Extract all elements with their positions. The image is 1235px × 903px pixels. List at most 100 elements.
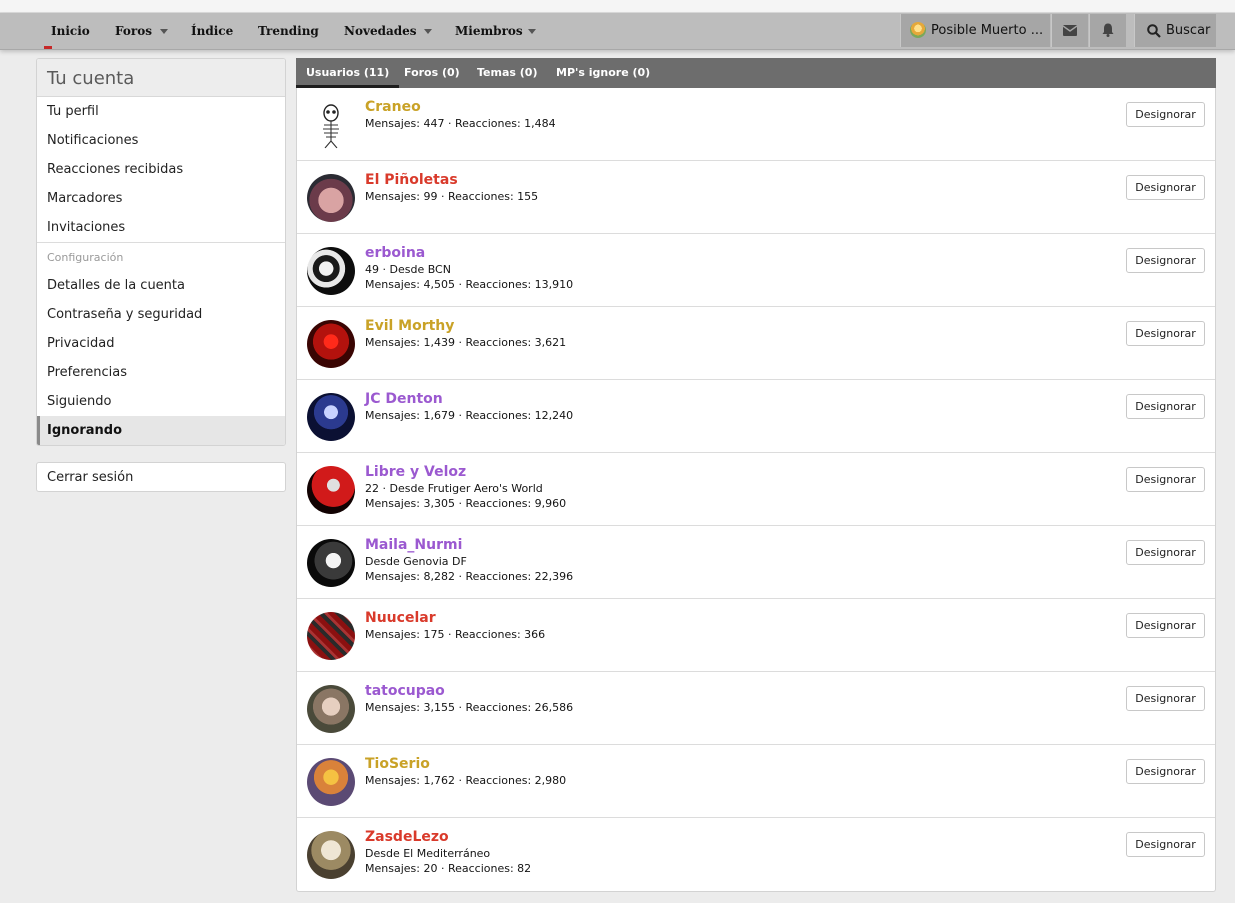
user-location: Desde Genovia DF	[365, 555, 467, 568]
browser-top-strip	[0, 0, 1235, 13]
user-location: 22 · Desde Frutiger Aero's World	[365, 482, 543, 495]
user-avatar[interactable]	[307, 247, 355, 295]
user-stats: Mensajes: 1,679 · Reacciones: 12,240	[365, 409, 574, 422]
unignore-button[interactable]: Designorar	[1126, 759, 1205, 784]
sidebar-item-privacy[interactable]: Privacidad	[37, 329, 285, 358]
sidebar-item-profile[interactable]: Tu perfil	[37, 97, 285, 126]
unignore-button[interactable]: Designorar	[1126, 102, 1205, 127]
sidebar-item-account-details[interactable]: Detalles de la cuenta	[37, 271, 285, 300]
user-avatar[interactable]	[307, 174, 355, 222]
sidebar-item-preferences[interactable]: Preferencias	[37, 358, 285, 387]
username-link[interactable]: erboina	[365, 245, 425, 261]
unignore-button[interactable]: Designorar	[1126, 686, 1205, 711]
logout-button[interactable]: Cerrar sesión	[36, 462, 286, 492]
user-avatar[interactable]	[307, 466, 355, 514]
user-row: JC Denton Mensajes: 1,679 · Reacciones: 1…	[297, 380, 1215, 453]
username-link[interactable]: TioSerio	[365, 756, 430, 772]
user-row: Evil Morthy Mensajes: 1,439 · Reacciones:…	[297, 307, 1215, 380]
user-avatar[interactable]	[307, 685, 355, 733]
user-row: erboina 49 · Desde BCN Mensajes: 4,505 · R…	[297, 234, 1215, 307]
sidebar-item-ignoring[interactable]: Ignorando	[37, 416, 285, 445]
tab-users[interactable]: Usuarios (11)	[296, 58, 400, 88]
sidebar-item-following[interactable]: Siguiendo	[37, 387, 285, 416]
username-link[interactable]: ZasdeLezo	[365, 829, 449, 845]
user-row: TioSerio Mensajes: 1,762 · Reacciones: 2,…	[297, 745, 1215, 818]
user-location: 49 · Desde BCN	[365, 263, 451, 276]
user-stats: Mensajes: 8,282 · Reacciones: 22,396	[365, 570, 574, 583]
alerts-button[interactable]	[1089, 14, 1126, 47]
user-avatar[interactable]	[307, 758, 355, 806]
envelope-icon	[1063, 25, 1077, 36]
user-avatar[interactable]	[307, 393, 355, 441]
user-row: Maila_Nurmi Desde Genovia DF Mensajes: 8,2…	[297, 526, 1215, 599]
sidebar-item-invitations[interactable]: Invitaciones	[37, 213, 285, 242]
username-link[interactable]: Craneo	[365, 99, 421, 115]
user-row: Libre y Veloz 22 · Desde Frutiger Aero's …	[297, 453, 1215, 526]
user-stats: Mensajes: 99 · Reacciones: 155	[365, 190, 539, 203]
nav-trending[interactable]: Trending	[258, 13, 319, 50]
unignore-button[interactable]: Designorar	[1126, 613, 1205, 638]
user-row: Craneo Mensajes: 447 · Reacciones: 1,484 D…	[297, 88, 1215, 161]
user-row: tatocupao Mensajes: 3,155 · Reacciones: 2…	[297, 672, 1215, 745]
sidebar-section-label: Configuración	[37, 242, 285, 271]
user-location: Desde El Mediterráneo	[365, 847, 491, 860]
user-stats: Mensajes: 1,439 · Reacciones: 3,621	[365, 336, 567, 349]
user-row: ZasdeLezo Desde El Mediterráneo Mensajes: …	[297, 818, 1215, 891]
account-sidebar: Tu cuenta Tu perfil Notificaciones Reacc…	[36, 58, 286, 446]
username-link[interactable]: El Piñoletas	[365, 172, 458, 188]
skull-avatar[interactable]	[307, 101, 355, 149]
user-stats: Mensajes: 175 · Reacciones: 366	[365, 628, 546, 641]
ignored-tabs: Usuarios (11) Foros (0) Temas (0) MP's i…	[296, 58, 1216, 88]
username-link[interactable]: JC Denton	[365, 391, 443, 407]
novedades-chevron-down-icon[interactable]	[424, 29, 432, 34]
user-stats: Mensajes: 20 · Reacciones: 82	[365, 862, 532, 875]
tab-forums[interactable]: Foros (0)	[404, 58, 460, 88]
user-avatar[interactable]	[307, 831, 355, 879]
sidebar-item-notifications[interactable]: Notificaciones	[37, 126, 285, 155]
sidebar-item-bookmarks[interactable]: Marcadores	[37, 184, 285, 213]
user-stats: Mensajes: 4,505 · Reacciones: 13,910	[365, 278, 574, 291]
foros-chevron-down-icon[interactable]	[160, 29, 168, 34]
bell-icon	[1102, 23, 1114, 37]
unignore-button[interactable]: Designorar	[1126, 832, 1205, 857]
tab-conversations[interactable]: MP's ignore (0)	[556, 58, 650, 88]
user-row: Nuucelar Mensajes: 175 · Reacciones: 366 D…	[297, 599, 1215, 672]
username-link[interactable]: Nuucelar	[365, 610, 436, 626]
miembros-chevron-down-icon[interactable]	[528, 29, 536, 34]
username-link[interactable]: Maila_Nurmi	[365, 537, 462, 553]
ignored-users-list: Craneo Mensajes: 447 · Reacciones: 1,484 D…	[296, 88, 1216, 892]
sidebar-item-security[interactable]: Contraseña y seguridad	[37, 300, 285, 329]
user-avatar[interactable]	[307, 612, 355, 660]
nav-foros[interactable]: Foros	[115, 13, 152, 50]
inbox-button[interactable]	[1051, 14, 1088, 47]
top-navbar: Inicio Foros Índice Trending Novedades M…	[0, 13, 1235, 50]
username-link[interactable]: Libre y Veloz	[365, 464, 466, 480]
search-icon	[1147, 24, 1161, 38]
user-avatar[interactable]	[307, 539, 355, 587]
user-stats: Mensajes: 3,305 · Reacciones: 9,960	[365, 497, 567, 510]
user-stats: Mensajes: 1,762 · Reacciones: 2,980	[365, 774, 567, 787]
nav-miembros[interactable]: Miembros	[455, 13, 523, 50]
user-avatar	[910, 22, 926, 38]
account-menu-button[interactable]: Posible Muerto ...	[900, 14, 1050, 47]
user-stats: Mensajes: 3,155 · Reacciones: 26,586	[365, 701, 574, 714]
unignore-button[interactable]: Designorar	[1126, 321, 1205, 346]
account-username: Posible Muerto ...	[931, 23, 1044, 38]
username-link[interactable]: Evil Morthy	[365, 318, 454, 334]
username-link[interactable]: tatocupao	[365, 683, 445, 699]
search-label: Buscar	[1166, 23, 1211, 38]
user-avatar[interactable]	[307, 320, 355, 368]
tab-threads[interactable]: Temas (0)	[477, 58, 537, 88]
nav-inicio[interactable]: Inicio	[51, 13, 90, 50]
nav-indice[interactable]: Índice	[191, 13, 233, 50]
sidebar-title: Tu cuenta	[37, 59, 285, 97]
nav-novedades[interactable]: Novedades	[344, 13, 417, 50]
unignore-button[interactable]: Designorar	[1126, 394, 1205, 419]
sidebar-item-reactions[interactable]: Reacciones recibidas	[37, 155, 285, 184]
user-stats: Mensajes: 447 · Reacciones: 1,484	[365, 117, 556, 130]
unignore-button[interactable]: Designorar	[1126, 540, 1205, 565]
unignore-button[interactable]: Designorar	[1126, 248, 1205, 273]
unignore-button[interactable]: Designorar	[1126, 467, 1205, 492]
unignore-button[interactable]: Designorar	[1126, 175, 1205, 200]
search-button[interactable]: Buscar	[1134, 14, 1216, 47]
